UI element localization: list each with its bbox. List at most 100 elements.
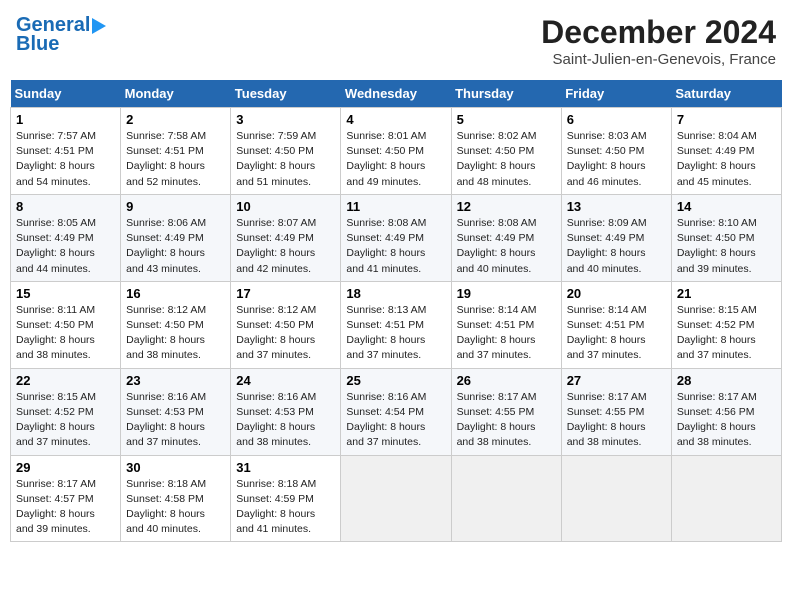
cell-info: Sunrise: 8:17 AM Sunset: 4:56 PM Dayligh… bbox=[677, 391, 757, 449]
calendar-cell bbox=[341, 455, 451, 542]
day-number: 17 bbox=[236, 286, 335, 301]
week-row-4: 22 Sunrise: 8:15 AM Sunset: 4:52 PM Dayli… bbox=[11, 368, 782, 455]
day-number: 6 bbox=[567, 112, 666, 127]
cell-info: Sunrise: 8:02 AM Sunset: 4:50 PM Dayligh… bbox=[457, 130, 537, 188]
day-number: 9 bbox=[126, 199, 225, 214]
cell-info: Sunrise: 8:14 AM Sunset: 4:51 PM Dayligh… bbox=[457, 304, 537, 362]
calendar-cell: 19 Sunrise: 8:14 AM Sunset: 4:51 PM Dayli… bbox=[451, 281, 561, 368]
day-number: 27 bbox=[567, 373, 666, 388]
cell-info: Sunrise: 8:01 AM Sunset: 4:50 PM Dayligh… bbox=[346, 130, 426, 188]
week-row-3: 15 Sunrise: 8:11 AM Sunset: 4:50 PM Dayli… bbox=[11, 281, 782, 368]
cell-info: Sunrise: 8:09 AM Sunset: 4:49 PM Dayligh… bbox=[567, 217, 647, 275]
calendar-cell: 8 Sunrise: 8:05 AM Sunset: 4:49 PM Daylig… bbox=[11, 194, 121, 281]
calendar-cell: 20Sunrise: 8:14 AM Sunset: 4:51 PM Dayli… bbox=[561, 281, 671, 368]
day-number: 20 bbox=[567, 286, 666, 301]
calendar-cell: 17 Sunrise: 8:12 AM Sunset: 4:50 PM Dayli… bbox=[231, 281, 341, 368]
calendar-cell: 31 Sunrise: 8:18 AM Sunset: 4:59 PM Dayli… bbox=[231, 455, 341, 542]
weekday-header-thursday: Thursday bbox=[451, 80, 561, 108]
weekday-header-monday: Monday bbox=[121, 80, 231, 108]
day-number: 25 bbox=[346, 373, 445, 388]
cell-info: Sunrise: 8:18 AM Sunset: 4:58 PM Dayligh… bbox=[126, 478, 206, 536]
cell-info: Sunrise: 8:18 AM Sunset: 4:59 PM Dayligh… bbox=[236, 478, 316, 536]
day-number: 13 bbox=[567, 199, 666, 214]
day-number: 16 bbox=[126, 286, 225, 301]
calendar-cell: 27Sunrise: 8:17 AM Sunset: 4:55 PM Dayli… bbox=[561, 368, 671, 455]
day-number: 22 bbox=[16, 373, 115, 388]
day-number: 11 bbox=[346, 199, 445, 214]
day-number: 29 bbox=[16, 460, 115, 475]
weekday-header-saturday: Saturday bbox=[671, 80, 781, 108]
cell-info: Sunrise: 8:10 AM Sunset: 4:50 PM Dayligh… bbox=[677, 217, 757, 275]
week-row-2: 8 Sunrise: 8:05 AM Sunset: 4:49 PM Daylig… bbox=[11, 194, 782, 281]
weekday-header-friday: Friday bbox=[561, 80, 671, 108]
day-number: 2 bbox=[126, 112, 225, 127]
title-area: December 2024 Saint-Julien-en-Genevois, … bbox=[541, 14, 776, 68]
calendar-cell: 25 Sunrise: 8:16 AM Sunset: 4:54 PM Dayli… bbox=[341, 368, 451, 455]
calendar-cell: 12 Sunrise: 8:08 AM Sunset: 4:49 PM Dayli… bbox=[451, 194, 561, 281]
cell-info: Sunrise: 7:58 AM Sunset: 4:51 PM Dayligh… bbox=[126, 130, 206, 188]
day-number: 31 bbox=[236, 460, 335, 475]
day-number: 30 bbox=[126, 460, 225, 475]
cell-info: Sunrise: 8:05 AM Sunset: 4:49 PM Dayligh… bbox=[16, 217, 96, 275]
calendar-cell: 22 Sunrise: 8:15 AM Sunset: 4:52 PM Dayli… bbox=[11, 368, 121, 455]
cell-info: Sunrise: 8:16 AM Sunset: 4:54 PM Dayligh… bbox=[346, 391, 426, 449]
cell-info: Sunrise: 8:17 AM Sunset: 4:55 PM Dayligh… bbox=[457, 391, 537, 449]
weekday-header-row: SundayMondayTuesdayWednesdayThursdayFrid… bbox=[11, 80, 782, 108]
calendar-cell: 24Sunrise: 8:16 AM Sunset: 4:53 PM Dayli… bbox=[231, 368, 341, 455]
day-number: 8 bbox=[16, 199, 115, 214]
day-number: 23 bbox=[126, 373, 225, 388]
logo-arrow-icon bbox=[92, 18, 106, 34]
calendar-cell: 30 Sunrise: 8:18 AM Sunset: 4:58 PM Dayli… bbox=[121, 455, 231, 542]
cell-info: Sunrise: 8:12 AM Sunset: 4:50 PM Dayligh… bbox=[236, 304, 316, 362]
cell-info: Sunrise: 7:59 AM Sunset: 4:50 PM Dayligh… bbox=[236, 130, 316, 188]
weekday-header-wednesday: Wednesday bbox=[341, 80, 451, 108]
calendar-cell bbox=[451, 455, 561, 542]
logo: General Blue bbox=[16, 14, 106, 56]
week-row-1: 1 Sunrise: 7:57 AM Sunset: 4:51 PM Daylig… bbox=[11, 108, 782, 195]
calendar-cell: 3 Sunrise: 7:59 AM Sunset: 4:50 PM Daylig… bbox=[231, 108, 341, 195]
calendar-cell: 1 Sunrise: 7:57 AM Sunset: 4:51 PM Daylig… bbox=[11, 108, 121, 195]
calendar-cell: 6 Sunrise: 8:03 AM Sunset: 4:50 PM Daylig… bbox=[561, 108, 671, 195]
cell-info: Sunrise: 8:08 AM Sunset: 4:49 PM Dayligh… bbox=[457, 217, 537, 275]
day-number: 12 bbox=[457, 199, 556, 214]
calendar-cell: 15 Sunrise: 8:11 AM Sunset: 4:50 PM Dayli… bbox=[11, 281, 121, 368]
day-number: 28 bbox=[677, 373, 776, 388]
cell-info: Sunrise: 8:13 AM Sunset: 4:51 PM Dayligh… bbox=[346, 304, 426, 362]
logo-blue: Blue bbox=[16, 33, 59, 56]
calendar-cell: 29Sunrise: 8:17 AM Sunset: 4:57 PM Dayli… bbox=[11, 455, 121, 542]
calendar-cell: 14 Sunrise: 8:10 AM Sunset: 4:50 PM Dayli… bbox=[671, 194, 781, 281]
day-number: 26 bbox=[457, 373, 556, 388]
calendar-cell: 9 Sunrise: 8:06 AM Sunset: 4:49 PM Daylig… bbox=[121, 194, 231, 281]
day-number: 10 bbox=[236, 199, 335, 214]
calendar-cell: 18 Sunrise: 8:13 AM Sunset: 4:51 PM Dayli… bbox=[341, 281, 451, 368]
weekday-header-tuesday: Tuesday bbox=[231, 80, 341, 108]
cell-info: Sunrise: 8:06 AM Sunset: 4:49 PM Dayligh… bbox=[126, 217, 206, 275]
calendar-cell: 10Sunrise: 8:07 AM Sunset: 4:49 PM Dayli… bbox=[231, 194, 341, 281]
day-number: 19 bbox=[457, 286, 556, 301]
cell-info: Sunrise: 8:12 AM Sunset: 4:50 PM Dayligh… bbox=[126, 304, 206, 362]
cell-info: Sunrise: 7:57 AM Sunset: 4:51 PM Dayligh… bbox=[16, 130, 96, 188]
cell-info: Sunrise: 8:16 AM Sunset: 4:53 PM Dayligh… bbox=[126, 391, 206, 449]
cell-info: Sunrise: 8:03 AM Sunset: 4:50 PM Dayligh… bbox=[567, 130, 647, 188]
cell-info: Sunrise: 8:11 AM Sunset: 4:50 PM Dayligh… bbox=[16, 304, 95, 362]
calendar-cell: 2 Sunrise: 7:58 AM Sunset: 4:51 PM Daylig… bbox=[121, 108, 231, 195]
calendar-cell: 16 Sunrise: 8:12 AM Sunset: 4:50 PM Dayli… bbox=[121, 281, 231, 368]
day-number: 15 bbox=[16, 286, 115, 301]
calendar-cell: 5Sunrise: 8:02 AM Sunset: 4:50 PM Daylig… bbox=[451, 108, 561, 195]
calendar-body: 1 Sunrise: 7:57 AM Sunset: 4:51 PM Daylig… bbox=[11, 108, 782, 542]
calendar-cell: 21Sunrise: 8:15 AM Sunset: 4:52 PM Dayli… bbox=[671, 281, 781, 368]
day-number: 1 bbox=[16, 112, 115, 127]
day-number: 4 bbox=[346, 112, 445, 127]
day-number: 3 bbox=[236, 112, 335, 127]
day-number: 14 bbox=[677, 199, 776, 214]
calendar-cell bbox=[671, 455, 781, 542]
cell-info: Sunrise: 8:15 AM Sunset: 4:52 PM Dayligh… bbox=[677, 304, 757, 362]
cell-info: Sunrise: 8:04 AM Sunset: 4:49 PM Dayligh… bbox=[677, 130, 757, 188]
header: General Blue December 2024 Saint-Julien-… bbox=[10, 10, 782, 72]
day-number: 24 bbox=[236, 373, 335, 388]
cell-info: Sunrise: 8:15 AM Sunset: 4:52 PM Dayligh… bbox=[16, 391, 96, 449]
calendar-cell: 4 Sunrise: 8:01 AM Sunset: 4:50 PM Daylig… bbox=[341, 108, 451, 195]
day-number: 18 bbox=[346, 286, 445, 301]
weekday-header-sunday: Sunday bbox=[11, 80, 121, 108]
calendar-cell: 28 Sunrise: 8:17 AM Sunset: 4:56 PM Dayli… bbox=[671, 368, 781, 455]
